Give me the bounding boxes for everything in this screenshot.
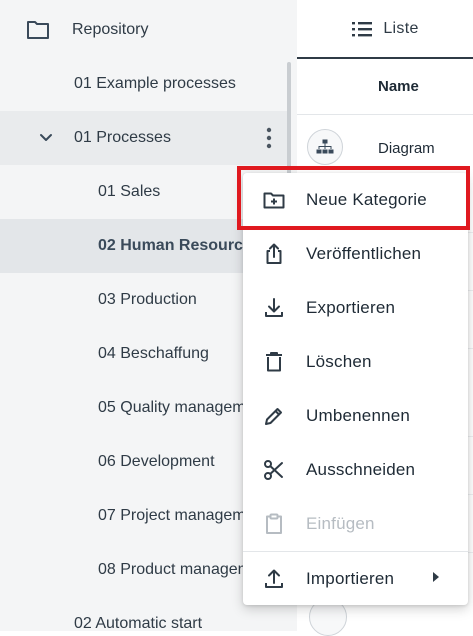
tree-item-label: 03 Production [98,291,197,308]
column-header-name[interactable]: Name [297,59,473,115]
menu-item-paste: Einfügen [243,497,468,551]
share-upload-icon [266,243,282,264]
tab-liste[interactable]: Liste [297,0,473,58]
tree-item-processes[interactable]: 01 Processes [0,111,287,165]
menu-item-label: Löschen [306,352,372,371]
chevron-down-icon[interactable] [38,130,54,146]
tab-liste-label: Liste [383,20,419,37]
tree-item-example-processes[interactable]: 01 Example processes [0,57,287,111]
highlight-annotation [237,166,470,230]
org-chart-icon [316,139,334,154]
tree-item-label: 06 Development [98,453,215,470]
download-icon [265,298,283,317]
clipboard-icon [266,513,282,534]
tree-root-label: Repository [72,21,149,38]
menu-item-import[interactable]: Importieren [243,552,468,606]
list-icon [352,22,373,37]
view-tabbar: Liste [297,0,473,59]
menu-item-label: Ausschneiden [306,460,416,479]
caret-right-icon [433,572,439,582]
menu-item-label: Importieren [306,569,395,588]
menu-item-label: Umbenennen [306,406,411,425]
tree-item-label: 01 Example processes [74,75,236,92]
context-menu: Neue Kategorie Veröffentlichen Exportier… [243,173,468,605]
tree-root-repository[interactable]: Repository [0,3,287,57]
trash-icon [266,352,282,372]
diagram-name: Diagram [378,140,435,157]
menu-item-cut[interactable]: Ausschneiden [243,443,468,497]
menu-item-label: Einfügen [306,514,375,533]
menu-item-delete[interactable]: Löschen [243,335,468,389]
menu-item-label: Veröffentlichen [306,244,422,263]
more-vertical-icon[interactable] [262,126,276,150]
tree-item-label: 02 Human Resources [98,237,261,254]
folder-icon [27,21,49,39]
pencil-icon [265,408,282,425]
menu-item-export[interactable]: Exportieren [243,281,468,335]
tree-item-label: 01 Sales [98,183,161,200]
scissors-icon [264,460,283,480]
menu-item-rename[interactable]: Umbenennen [243,389,468,443]
upload-icon [265,569,283,588]
menu-item-label: Exportieren [306,298,396,317]
tree-item-label: 02 Automatic start [74,615,203,631]
diagram-avatar [307,129,343,165]
tree-item-label: 04 Beschaffung [98,345,209,362]
tree-item-label: 01 Processes [74,129,171,146]
menu-item-publish[interactable]: Veröffentlichen [243,227,468,281]
column-header-label: Name [378,78,419,95]
